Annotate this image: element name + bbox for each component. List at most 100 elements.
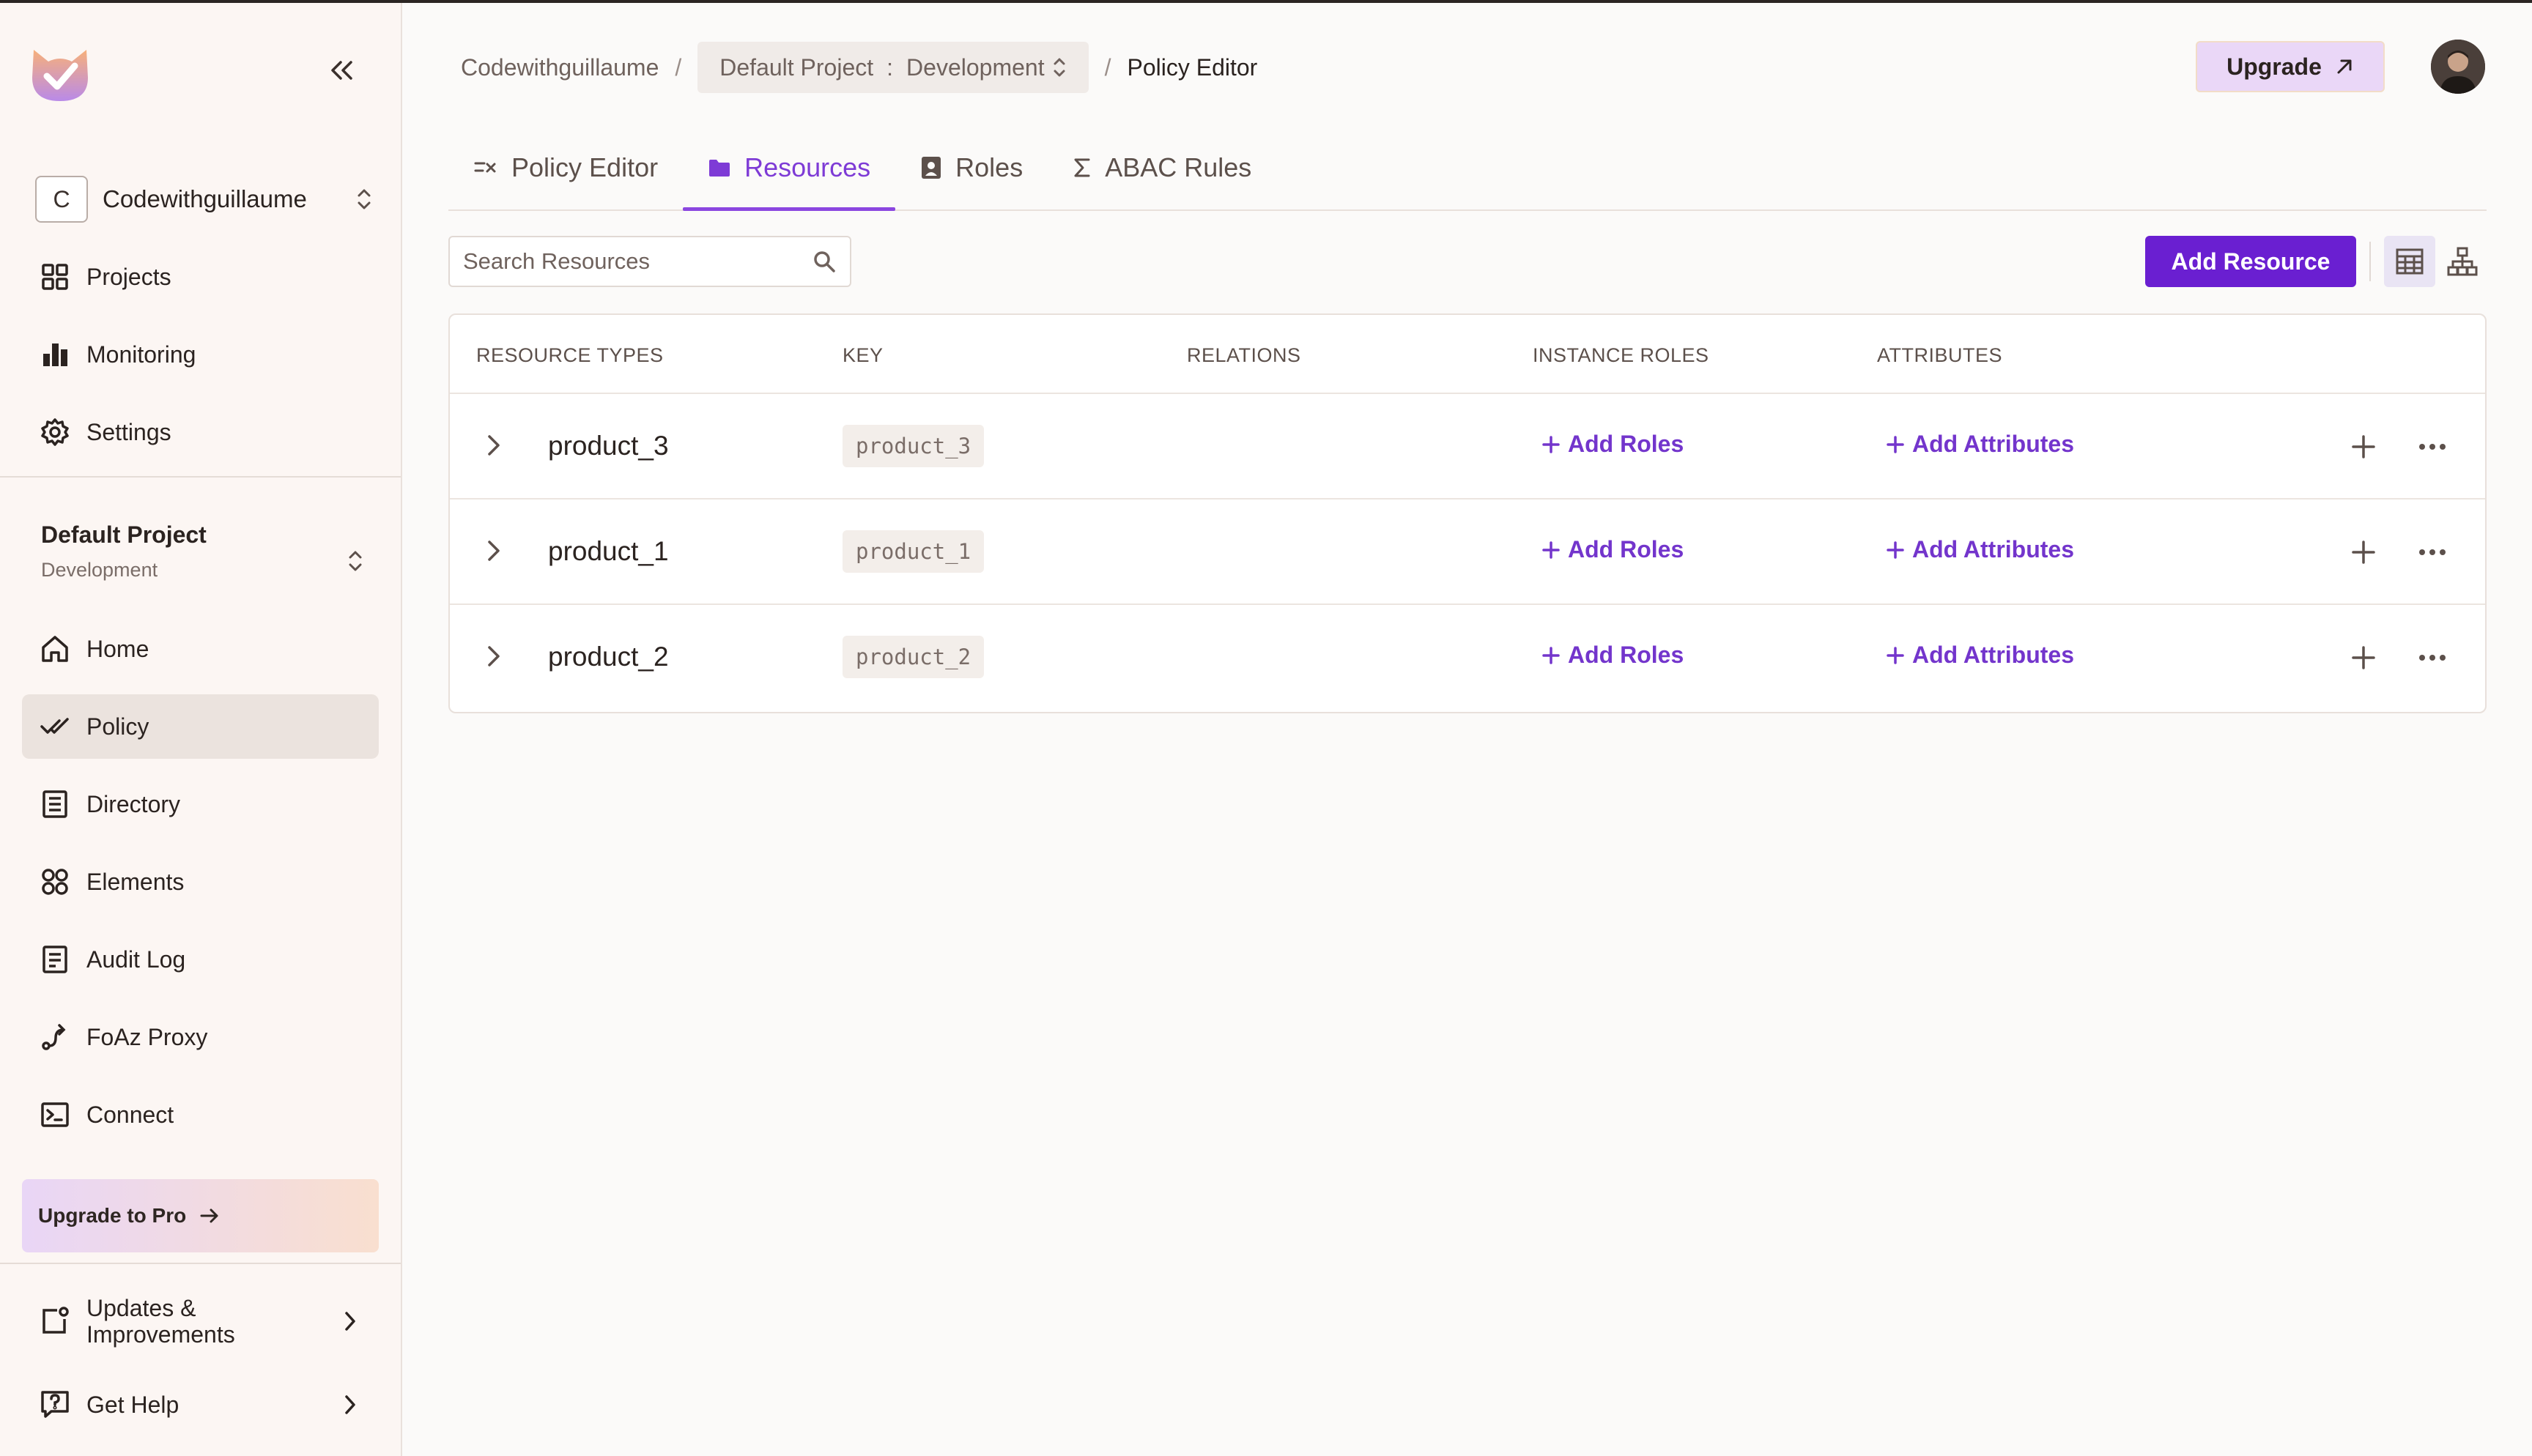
project-name: Default Project (41, 521, 207, 548)
add-attributes-link[interactable]: Add Attributes (1886, 536, 2074, 563)
proxy-icon (42, 1024, 66, 1050)
nav-item-label: Projects (86, 263, 171, 290)
updates-label: Updates & Improvements (86, 1295, 235, 1348)
add-roles-link[interactable]: Add Roles (1541, 642, 1684, 669)
upgrade-to-pro-label: Upgrade to Pro (38, 1204, 187, 1227)
org-nav: Projects Monitoring Settings (22, 245, 379, 478)
nav-item-label: Elements (86, 868, 185, 895)
breadcrumb-separator: / (675, 53, 682, 81)
double-chevron-left-icon (331, 61, 352, 80)
nav-item-connect[interactable]: Connect (22, 1082, 379, 1147)
arrow-up-right-icon (2337, 59, 2352, 74)
upgrade-button[interactable]: Upgrade (2196, 41, 2385, 92)
nav-item-policy[interactable]: Policy (22, 694, 379, 759)
nav-item-directory[interactable]: Directory (22, 772, 379, 836)
add-attributes-label: Add Attributes (1912, 431, 2075, 457)
breadcrumb-project: Default Project (719, 53, 874, 81)
add-attributes-label: Add Attributes (1912, 536, 2075, 562)
nav-item-projects[interactable]: Projects (22, 245, 379, 309)
table-view-button[interactable] (2384, 236, 2435, 287)
elements-icon (42, 869, 68, 895)
column-header: INSTANCE ROLES (1533, 344, 1709, 366)
updates-improvements-link[interactable]: Updates & Improvements (22, 1290, 379, 1352)
breadcrumb: Codewithguillaume / Default Project : De… (461, 41, 1257, 94)
hierarchy-icon (2447, 247, 2478, 276)
breadcrumb-colon: : (886, 53, 894, 81)
plus-icon (1887, 646, 1904, 664)
more-horizontal-icon[interactable] (2416, 432, 2448, 461)
more-horizontal-icon[interactable] (2416, 538, 2448, 567)
add-resource-button[interactable]: Add Resource (2145, 236, 2356, 287)
add-roles-label: Add Roles (1568, 431, 1684, 457)
graph-view-button[interactable] (2437, 236, 2488, 287)
search-icon[interactable] (812, 249, 837, 274)
nav-item-elements[interactable]: Elements (22, 850, 379, 914)
double-check-icon (40, 718, 69, 734)
breadcrumb-org[interactable]: Codewithguillaume (461, 54, 659, 81)
chevron-updown-icon (1054, 58, 1065, 77)
tab-label: Policy Editor (511, 152, 659, 182)
tab-label: Roles (955, 152, 1023, 182)
tab-roles[interactable]: Roles (895, 126, 1048, 209)
resource-key: product_1 (843, 530, 985, 573)
nav-item-monitoring[interactable]: Monitoring (22, 322, 379, 387)
home-icon (42, 636, 68, 662)
upgrade-to-pro-button[interactable]: Upgrade to Pro (22, 1179, 379, 1252)
add-attributes-label: Add Attributes (1912, 642, 2075, 668)
nav-item-settings[interactable]: Settings (22, 400, 379, 464)
add-roles-link[interactable]: Add Roles (1541, 536, 1684, 563)
arrow-right-icon (200, 1208, 218, 1223)
nav-item-label: FoAz Proxy (86, 1023, 208, 1050)
plus-icon[interactable] (2349, 538, 2378, 567)
tab-label: ABAC Rules (1105, 152, 1252, 182)
search-box (448, 236, 851, 287)
nav-item-label: Audit Log (86, 946, 186, 973)
nav-item-audit-log[interactable]: Audit Log (22, 927, 379, 992)
policy-tabs: Policy Editor Resources Roles ABAC Rules (448, 126, 2487, 211)
resource-key: product_2 (843, 636, 985, 678)
column-header: RESOURCE TYPES (476, 344, 664, 366)
nav-item-label: Policy (86, 713, 149, 740)
project-switcher[interactable]: Default Project Development (41, 521, 363, 595)
plus-icon[interactable] (2349, 432, 2378, 461)
tab-policy-editor[interactable]: Policy Editor (448, 126, 683, 209)
add-attributes-link[interactable]: Add Attributes (1886, 642, 2074, 669)
grid-icon (42, 264, 68, 290)
tab-abac-rules[interactable]: ABAC Rules (1048, 126, 1276, 209)
add-attributes-link[interactable]: Add Attributes (1886, 431, 2074, 458)
collapse-sidebar-button[interactable] (322, 54, 360, 86)
user-avatar[interactable] (2431, 40, 2485, 94)
add-roles-link[interactable]: Add Roles (1541, 431, 1684, 458)
breadcrumb-project-env-switcher[interactable]: Default Project : Development (697, 42, 1089, 93)
project-environment: Development (41, 559, 158, 581)
table-row: product_3 product_3 Add Roles Add Attrib… (450, 394, 2485, 499)
org-switcher[interactable]: C Codewithguillaume (35, 173, 372, 226)
nav-item-label: Settings (86, 418, 171, 445)
chevron-updown-icon (358, 189, 371, 209)
nav-item-label: Connect (86, 1101, 174, 1128)
add-roles-label: Add Roles (1568, 536, 1684, 562)
project-nav: Home Policy Directory Elements Audit Log (22, 617, 379, 1160)
badge-icon (922, 157, 941, 179)
user-photo (2431, 40, 2485, 94)
column-header: ATTRIBUTES (1877, 344, 2003, 366)
sidebar: C Codewithguillaume Projects Monitoring … (0, 3, 402, 1456)
plus-icon[interactable] (2349, 643, 2378, 672)
app-logo[interactable] (29, 37, 91, 104)
get-help-link[interactable]: Get Help (22, 1383, 379, 1427)
folder-icon (709, 160, 730, 177)
plus-icon (1887, 541, 1904, 559)
nav-item-foaz-proxy[interactable]: FoAz Proxy (22, 1005, 379, 1069)
chevron-right-icon[interactable] (479, 431, 508, 460)
resource-name: product_1 (548, 536, 669, 566)
search-input[interactable] (463, 248, 812, 275)
more-horizontal-icon[interactable] (2416, 643, 2448, 672)
nav-item-home[interactable]: Home (22, 617, 379, 681)
terminal-icon (41, 1102, 69, 1127)
upgrade-label: Upgrade (2226, 53, 2322, 80)
help-icon (41, 1391, 69, 1418)
chevron-right-icon[interactable] (479, 536, 508, 565)
document-icon (42, 946, 67, 973)
tab-resources[interactable]: Resources (683, 126, 896, 211)
chevron-right-icon[interactable] (479, 642, 508, 671)
